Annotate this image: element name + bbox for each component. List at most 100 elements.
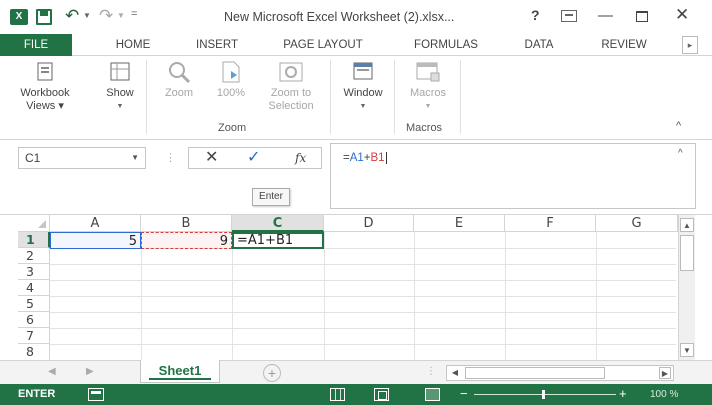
save-icon[interactable]	[36, 9, 52, 25]
zoom-slider[interactable]	[474, 394, 616, 395]
normal-view-icon[interactable]	[330, 388, 345, 401]
window-button[interactable]: Window ▼	[334, 60, 392, 113]
horizontal-scrollbar[interactable]: ◀ ▶	[446, 365, 674, 381]
scroll-right-icon[interactable]: ▶	[659, 367, 671, 379]
name-box-dropdown-icon[interactable]: ▼	[131, 148, 139, 168]
tab-insert[interactable]: INSERT	[182, 34, 252, 56]
close-icon[interactable]: ✕	[675, 5, 689, 25]
maximize-icon[interactable]	[636, 11, 648, 22]
page-layout-view-icon[interactable]	[374, 388, 389, 401]
worksheet-grid[interactable]: A B C D E F G 1 2 3 4 5 6 7 8 5 9 =A1+B1…	[0, 214, 712, 361]
window-icon	[349, 60, 377, 84]
tab-review[interactable]: REVIEW	[588, 34, 660, 56]
undo-icon[interactable]: ↶	[65, 6, 79, 26]
expand-formula-bar-icon[interactable]: ^	[678, 148, 683, 159]
scroll-up-icon[interactable]: ▲	[680, 218, 694, 232]
zoom-slider-thumb[interactable]	[542, 390, 545, 399]
formula-input[interactable]: =A1+B1	[330, 143, 696, 209]
zoom-out-icon[interactable]: −	[460, 386, 468, 401]
scroll-left-icon[interactable]: ◀	[449, 367, 461, 379]
group-separator	[330, 60, 331, 134]
next-sheet-icon[interactable]: ▶	[86, 366, 94, 377]
tab-file[interactable]: FILE	[0, 34, 72, 56]
sheet-tab-sheet1[interactable]: Sheet1	[140, 360, 220, 383]
name-box[interactable]: C1 ▼	[18, 147, 146, 169]
column-header-b[interactable]: B	[141, 215, 232, 232]
formula-bar: C1 ▼ ⋮ ✕ ✓ fx Enter =A1+B1 ^	[0, 140, 712, 214]
row-header-3[interactable]: 3	[18, 264, 50, 280]
gridline	[50, 296, 676, 297]
enter-checkmark-icon[interactable]: ✓	[247, 148, 260, 168]
zoom-to-selection-icon	[277, 60, 305, 84]
tab-page-layout[interactable]: PAGE LAYOUT	[268, 34, 378, 56]
status-bar: ENTER − + 100 %	[0, 384, 712, 405]
zoom-100-label: 100%	[216, 87, 246, 99]
vertical-scrollbar[interactable]: ▲ ▼	[678, 215, 695, 361]
tab-home[interactable]: HOME	[100, 34, 166, 56]
ribbon-display-options-icon[interactable]	[561, 10, 577, 22]
redo-icon[interactable]: ↷	[99, 6, 113, 26]
scroll-down-icon[interactable]: ▼	[680, 343, 694, 357]
excel-app-icon[interactable]: X	[10, 9, 28, 25]
text-caret	[385, 152, 387, 164]
cell-c1-active[interactable]: =A1+B1	[232, 232, 324, 249]
row-header-8[interactable]: 8	[18, 344, 50, 361]
show-dropdown-icon: ▼	[116, 103, 124, 110]
page-break-preview-icon[interactable]	[425, 388, 440, 401]
macros-button[interactable]: Macros ▼	[398, 60, 458, 113]
horizontal-scroll-thumb[interactable]	[465, 367, 605, 379]
cell-mode-indicator: ENTER	[18, 388, 56, 400]
collapse-ribbon-icon[interactable]: ^	[676, 120, 681, 132]
window-label: Window	[343, 87, 383, 99]
column-header-a[interactable]: A	[50, 215, 141, 232]
column-header-g[interactable]: G	[596, 215, 678, 232]
column-header-f[interactable]: F	[505, 215, 596, 232]
formula-bar-grip-icon[interactable]: ⋮	[165, 151, 176, 164]
macro-recording-icon[interactable]	[88, 388, 104, 401]
new-sheet-icon[interactable]: +	[263, 364, 281, 382]
tab-formulas[interactable]: FORMULAS	[398, 34, 494, 56]
tab-data[interactable]: DATA	[512, 34, 566, 56]
zoom-in-icon[interactable]: +	[619, 386, 627, 401]
row-header-2[interactable]: 2	[18, 248, 50, 264]
group-label-zoom: Zoom	[218, 122, 247, 134]
previous-sheet-icon[interactable]: ◀	[48, 366, 56, 377]
column-header-d[interactable]: D	[324, 215, 414, 232]
show-button[interactable]: Show ▼	[96, 60, 144, 113]
row-header-7[interactable]: 7	[18, 328, 50, 344]
zoom-100-button[interactable]: 100%	[208, 60, 254, 100]
gridline	[414, 232, 415, 361]
gridline	[596, 232, 597, 361]
tabs-scroll-right-icon[interactable]: ▸	[682, 36, 698, 54]
customize-toolbar-icon[interactable]: =	[131, 8, 137, 20]
zoom-level[interactable]: 100 %	[650, 389, 678, 400]
zoom-button[interactable]: Zoom	[152, 60, 206, 100]
workbook-views-button[interactable]: Workbook Views ▾	[10, 60, 80, 113]
help-button[interactable]: ?	[531, 7, 540, 23]
column-header-c[interactable]: C	[232, 215, 324, 232]
row-header-1[interactable]: 1	[18, 232, 50, 248]
magnifier-icon	[165, 60, 193, 84]
gridline	[50, 312, 676, 313]
tab-split-grip-icon[interactable]: ⋮	[426, 366, 436, 377]
insert-function-icon[interactable]: fx	[295, 149, 306, 167]
zoom-to-selection-button[interactable]: Zoom to Selection	[256, 60, 326, 113]
gridline	[232, 232, 233, 361]
row-header-4[interactable]: 4	[18, 280, 50, 296]
formula-buttons: ✕ ✓ fx	[188, 147, 322, 169]
macros-icon	[414, 60, 442, 84]
undo-dropdown-icon[interactable]: ▼	[83, 11, 91, 20]
vertical-scroll-thumb[interactable]	[680, 235, 694, 271]
column-header-e[interactable]: E	[414, 215, 505, 232]
cell-b1[interactable]: 9	[141, 232, 232, 249]
minimize-icon[interactable]: —	[598, 7, 613, 24]
row-header-5[interactable]: 5	[18, 296, 50, 312]
redo-dropdown-icon[interactable]: ▼	[117, 11, 125, 20]
select-all-corner[interactable]	[18, 215, 50, 232]
enter-tooltip: Enter	[252, 188, 290, 206]
gridline	[505, 232, 506, 361]
cancel-icon[interactable]: ✕	[205, 148, 218, 168]
show-label: Show	[106, 87, 134, 99]
cell-a1[interactable]: 5	[50, 232, 141, 249]
row-header-6[interactable]: 6	[18, 312, 50, 328]
